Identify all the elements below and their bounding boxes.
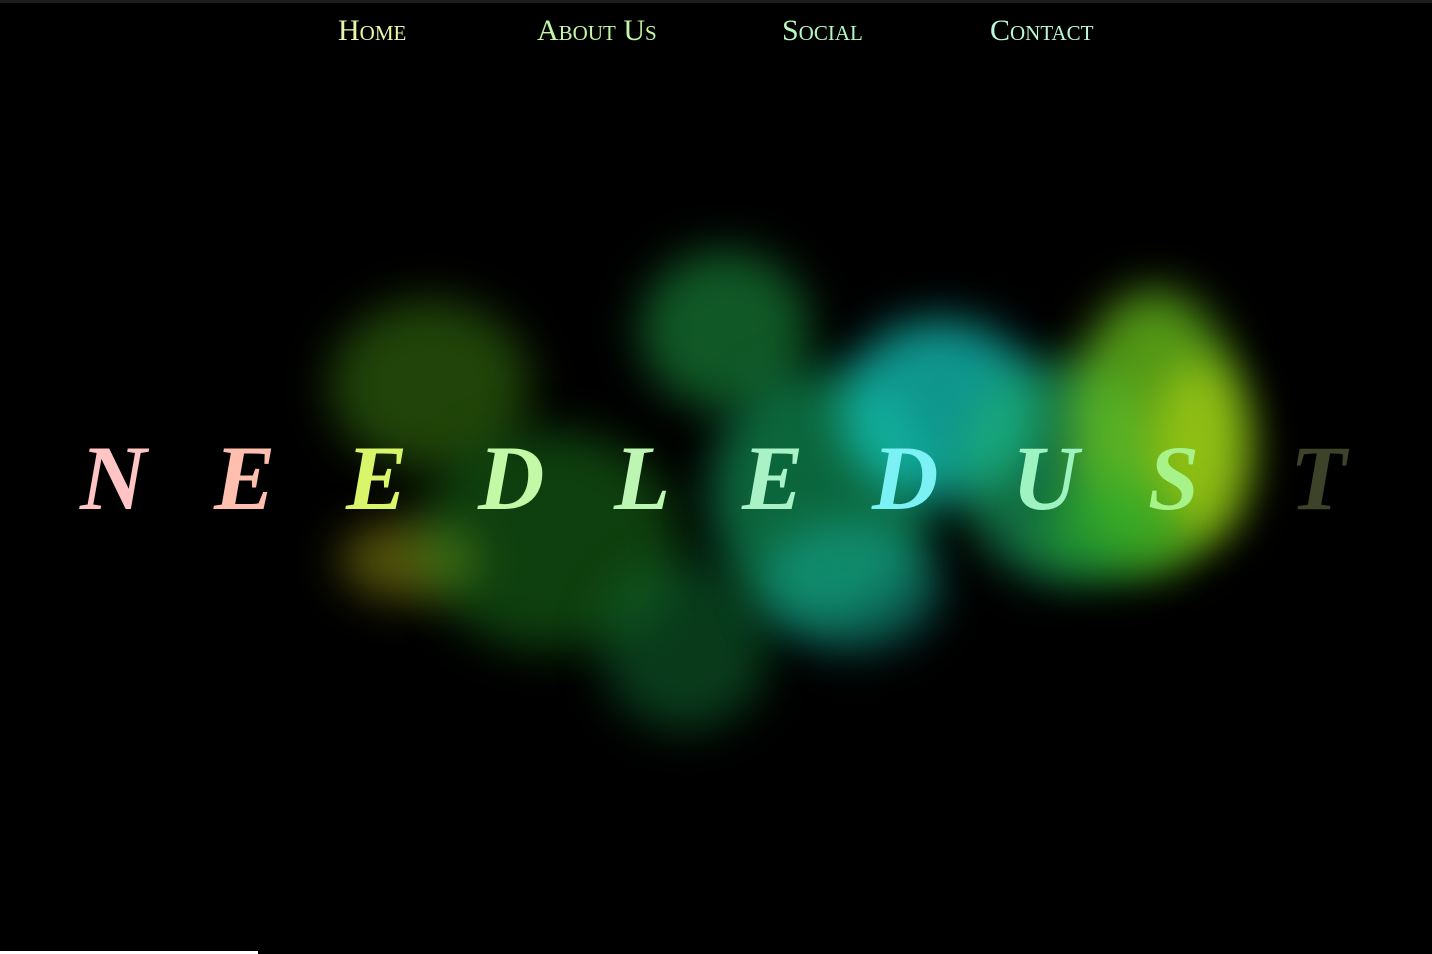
hero-title-letter: U xyxy=(1012,427,1079,529)
smoke-cloud xyxy=(600,560,770,730)
page: Home About Us Social Contact N E E D L E… xyxy=(0,0,1432,954)
smoke-cloud xyxy=(760,520,940,650)
nav-home-link[interactable]: Home xyxy=(338,14,406,48)
hero-title-letter: L xyxy=(614,427,671,529)
main-navigation: Home About Us Social Contact xyxy=(0,14,1432,54)
hero-title: N E E D L E D U S T xyxy=(0,428,1432,538)
hero-title-letter: E xyxy=(742,427,804,529)
nav-about-us-link[interactable]: About Us xyxy=(537,14,657,48)
smoke-cloud xyxy=(640,250,810,410)
hero-title-letter: N xyxy=(80,427,147,529)
hero-title-letter: E xyxy=(346,427,408,529)
nav-social-link[interactable]: Social xyxy=(782,14,863,48)
top-divider xyxy=(0,0,1432,3)
hero-title-letter: D xyxy=(872,427,939,529)
hero-title-letter: S xyxy=(1148,427,1200,529)
hero-title-letter: D xyxy=(478,427,545,529)
hero-title-letter: E xyxy=(214,427,276,529)
nav-contact-link[interactable]: Contact xyxy=(990,14,1094,48)
hero-title-letter: T xyxy=(1290,427,1347,529)
